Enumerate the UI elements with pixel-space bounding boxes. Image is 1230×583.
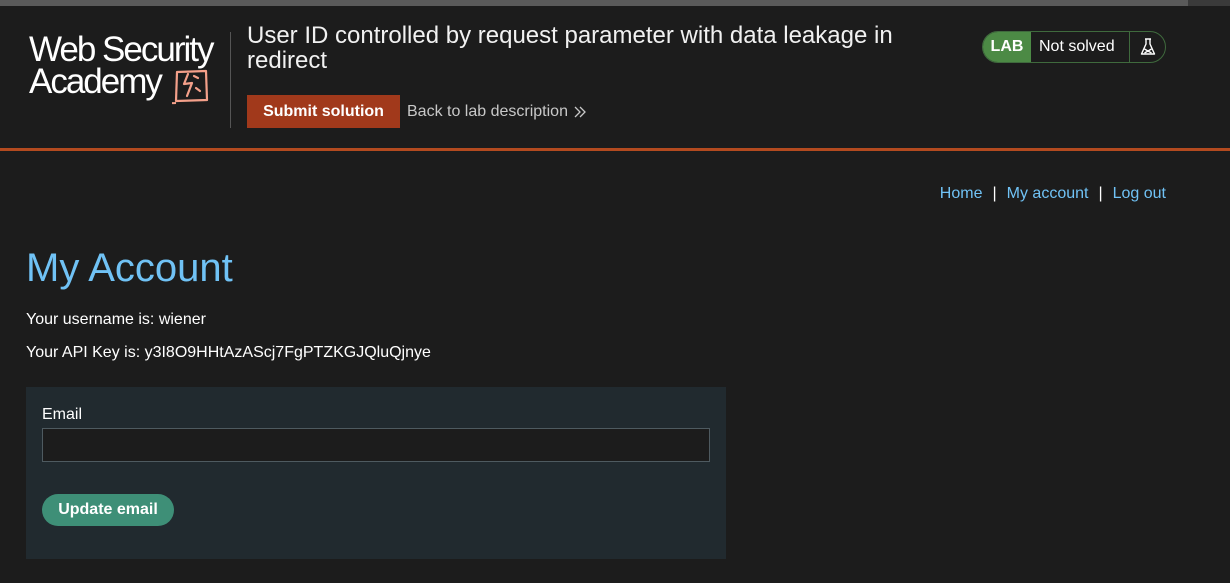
nav-separator: |: [1098, 185, 1103, 202]
header-divider: [230, 32, 231, 128]
lab-header: Web Security Academy User ID controlled …: [0, 6, 1230, 151]
api-key-text: Your API Key is: y3I8O9HHtAzAScj7FgPTZKG…: [26, 344, 431, 361]
nav-separator: |: [992, 185, 997, 202]
logo-line-2: Academy: [29, 62, 163, 101]
nav-home-link[interactable]: Home: [940, 185, 983, 202]
top-navigation: Home | My account | Log out: [940, 185, 1166, 203]
username-text: Your username is: wiener: [26, 311, 206, 328]
nav-my-account-link[interactable]: My account: [1007, 185, 1089, 202]
nav-log-out-link[interactable]: Log out: [1113, 185, 1166, 202]
update-email-button[interactable]: Update email: [42, 494, 174, 526]
page-title: My Account: [26, 246, 233, 290]
flask-icon: [1130, 32, 1165, 62]
lab-tag: LAB: [983, 32, 1031, 62]
web-security-academy-logo[interactable]: Web Security Academy: [26, 30, 230, 130]
email-label: Email: [42, 406, 83, 423]
back-link-label: Back to lab description: [407, 103, 568, 120]
lab-status-text: Not solved: [1031, 32, 1130, 62]
logo-mark-icon: [172, 69, 209, 105]
lab-status-widget: LAB Not solved: [982, 31, 1166, 63]
email-input[interactable]: [42, 428, 710, 462]
back-to-lab-description-link[interactable]: Back to lab description: [407, 102, 586, 122]
submit-solution-button[interactable]: Submit solution: [247, 95, 400, 128]
lab-title: User ID controlled by request parameter …: [247, 22, 893, 74]
update-email-form: Email Update email: [26, 387, 726, 559]
double-chevron-right-icon: [574, 106, 586, 118]
